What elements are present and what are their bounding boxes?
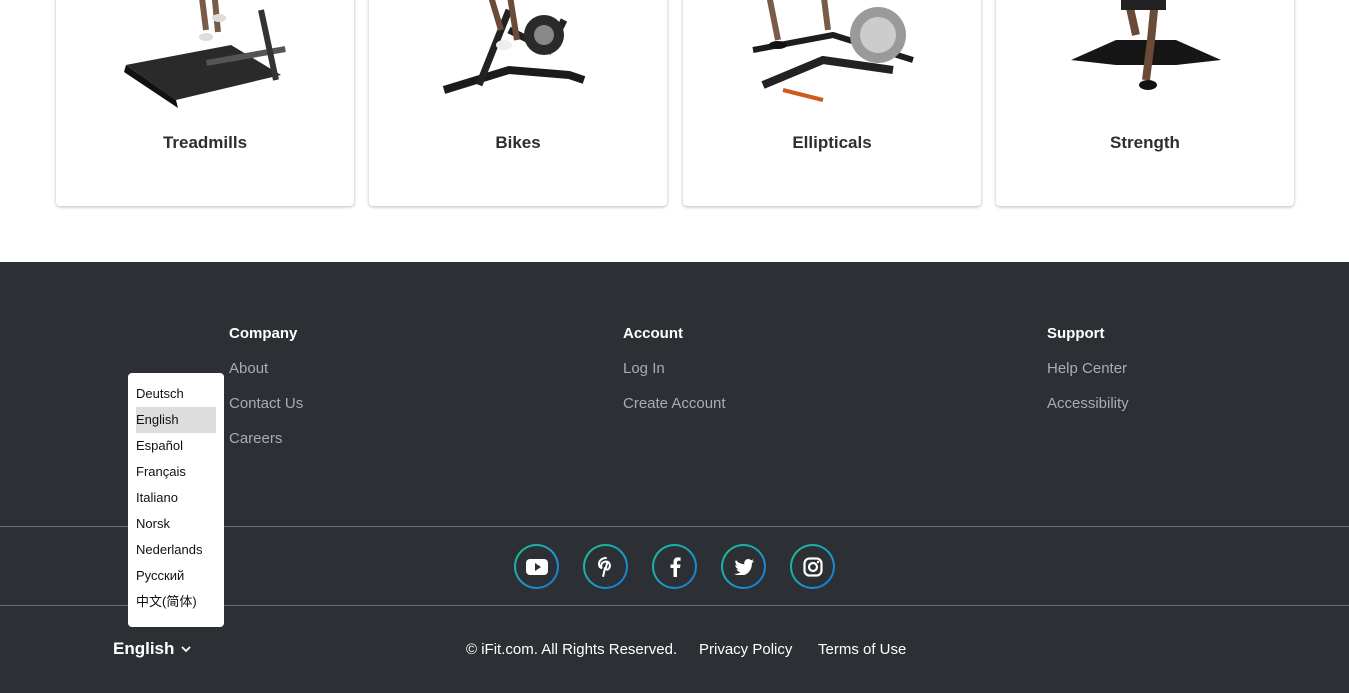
pinterest-link[interactable] (583, 544, 628, 589)
bike-image (442, 0, 586, 94)
chevron-down-icon (181, 645, 192, 652)
footer-link-about[interactable]: About (229, 360, 303, 395)
language-option-nederlands[interactable]: Nederlands (136, 537, 216, 563)
footer-heading: Account (623, 325, 683, 342)
twitter-icon (733, 558, 754, 575)
footer-column-company: Company About Contact Us Careers (229, 325, 303, 465)
category-label: Treadmills (162, 133, 248, 152)
language-option-english[interactable]: English (136, 407, 216, 433)
language-selector[interactable]: English (113, 639, 192, 659)
copyright: © iFit.com. All Rights Reserved. (466, 641, 678, 658)
privacy-policy-link[interactable]: Privacy Policy (699, 641, 792, 658)
product-categories: Treadmills Bikes Ellipticals Strength (0, 0, 1349, 262)
language-dropdown: Deutsch English Español Français Italian… (128, 373, 224, 627)
youtube-link[interactable] (514, 544, 559, 589)
terms-of-use-link[interactable]: Terms of Use (818, 641, 906, 658)
footer-link-contact-us[interactable]: Contact Us (229, 395, 303, 430)
language-option-chinese-simplified[interactable]: 中文(简体) (136, 589, 216, 615)
footer-link-log-in[interactable]: Log In (623, 360, 726, 395)
footer-column-support: Support Help Center Accessibility (1047, 325, 1129, 430)
footer-heading: Company (229, 325, 298, 342)
footer-link-help-center[interactable]: Help Center (1047, 360, 1129, 395)
facebook-link[interactable] (652, 544, 697, 589)
footer-link-careers[interactable]: Careers (229, 430, 303, 465)
language-option-norsk[interactable]: Norsk (136, 511, 216, 537)
footer-heading: Support (1047, 325, 1105, 342)
treadmill-image (124, 0, 286, 108)
language-option-deutsch[interactable]: Deutsch (136, 381, 216, 407)
language-option-espanol[interactable]: Español (136, 433, 216, 459)
category-card-treadmills[interactable]: Treadmills (56, 0, 354, 206)
instagram-icon (802, 556, 823, 577)
youtube-icon (525, 558, 548, 575)
facebook-icon (670, 556, 681, 577)
footer-link-accessibility[interactable]: Accessibility (1047, 395, 1129, 430)
category-label: Bikes (495, 133, 541, 152)
language-option-francais[interactable]: Français (136, 459, 216, 485)
footer-link-create-account[interactable]: Create Account (623, 395, 726, 430)
language-option-italiano[interactable]: Italiano (136, 485, 216, 511)
elliptical-image (752, 0, 914, 102)
category-label: Strength (1110, 133, 1180, 152)
category-label: Ellipticals (792, 133, 872, 152)
pinterest-icon (597, 556, 611, 577)
category-card-strength[interactable]: Strength (996, 0, 1294, 206)
instagram-link[interactable] (790, 544, 835, 589)
category-card-bikes[interactable]: Bikes (369, 0, 667, 206)
category-card-ellipticals[interactable]: Ellipticals (683, 0, 981, 206)
language-current: English (113, 639, 175, 658)
twitter-link[interactable] (721, 544, 766, 589)
footer-column-account: Account Log In Create Account (623, 325, 726, 430)
language-option-russian[interactable]: Русский (136, 563, 216, 589)
strength-image (1071, 0, 1221, 90)
